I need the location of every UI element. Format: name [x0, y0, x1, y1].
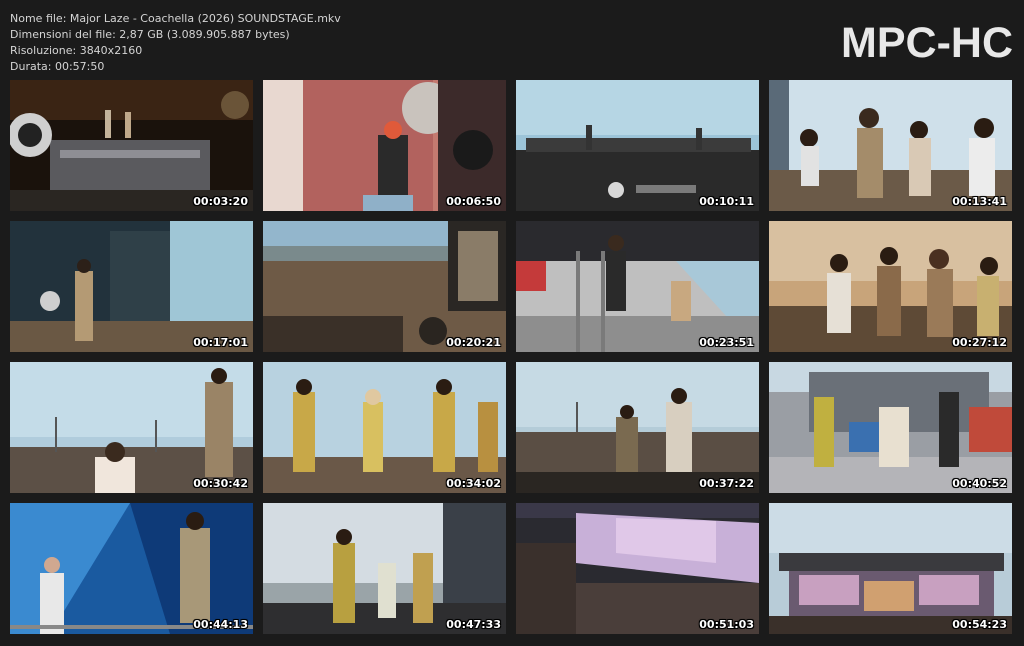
thumbnail-16[interactable]: 00:54:23 — [769, 503, 1012, 634]
thumbnail-1-image — [10, 80, 253, 211]
file-name-text: Nome file: Major Laze - Coachella (2026)… — [10, 12, 341, 25]
thumbnail-4-image — [769, 80, 1012, 211]
thumbnail-12-image — [769, 362, 1012, 493]
thumbnail-8-image — [769, 221, 1012, 352]
thumbnail-10[interactable]: 00:34:02 — [263, 362, 506, 493]
file-info-panel: Nome file: Major Laze - Coachella (2026)… — [10, 11, 341, 75]
duration-text: Durata: 00:57:50 — [10, 60, 105, 73]
thumbnail-12[interactable]: 00:40:52 — [769, 362, 1012, 493]
thumbnail-5-image — [10, 221, 253, 352]
resolution-text: Risoluzione: 3840x2160 — [10, 44, 143, 57]
thumbnail-5[interactable]: 00:17:01 — [10, 221, 253, 352]
timestamp: 00:30:42 — [193, 477, 248, 490]
timestamp: 00:40:52 — [952, 477, 1007, 490]
thumbnail-11-image — [516, 362, 759, 493]
thumbnail-14-image — [263, 503, 506, 634]
thumbnail-13[interactable]: 00:44:13 — [10, 503, 253, 634]
thumbnail-6-image — [263, 221, 506, 352]
timestamp: 00:06:50 — [446, 195, 501, 208]
timestamp: 00:47:33 — [446, 618, 501, 631]
thumbnail-6[interactable]: 00:20:21 — [263, 221, 506, 352]
timestamp: 00:23:51 — [699, 336, 754, 349]
thumbnail-9-image — [10, 362, 253, 493]
timestamp: 00:27:12 — [952, 336, 1007, 349]
timestamp: 00:54:23 — [952, 618, 1007, 631]
thumbnail-7[interactable]: 00:23:51 — [516, 221, 759, 352]
thumbnail-15[interactable]: 00:51:03 — [516, 503, 759, 634]
timestamp: 00:37:22 — [699, 477, 754, 490]
thumbnail-grid: 00:03:20 00:06:50 00:10:11 00:13:41 00:1… — [10, 80, 1012, 634]
thumbnail-2-image — [263, 80, 506, 211]
thumbnail-3-image — [516, 80, 759, 211]
thumbnail-11[interactable]: 00:37:22 — [516, 362, 759, 493]
thumbnail-7-image — [516, 221, 759, 352]
timestamp: 00:51:03 — [699, 618, 754, 631]
mpc-hc-logo: MPC-HC — [841, 19, 1013, 67]
thumbnail-4[interactable]: 00:13:41 — [769, 80, 1012, 211]
thumbnail-1[interactable]: 00:03:20 — [10, 80, 253, 211]
thumbnail-14[interactable]: 00:47:33 — [263, 503, 506, 634]
timestamp: 00:13:41 — [952, 195, 1007, 208]
file-size-text: Dimensioni del file: 2,87 GB (3.089.905.… — [10, 28, 290, 41]
timestamp: 00:10:11 — [699, 195, 754, 208]
thumbnail-10-image — [263, 362, 506, 493]
timestamp: 00:03:20 — [193, 195, 248, 208]
thumbnail-15-image — [516, 503, 759, 634]
thumbnail-9[interactable]: 00:30:42 — [10, 362, 253, 493]
timestamp: 00:34:02 — [446, 477, 501, 490]
timestamp: 00:20:21 — [446, 336, 501, 349]
thumbnail-16-image — [769, 503, 1012, 634]
thumbnail-8[interactable]: 00:27:12 — [769, 221, 1012, 352]
thumbnail-13-image — [10, 503, 253, 634]
thumbnail-2[interactable]: 00:06:50 — [263, 80, 506, 211]
timestamp: 00:17:01 — [193, 336, 248, 349]
timestamp: 00:44:13 — [193, 618, 248, 631]
thumbnail-3[interactable]: 00:10:11 — [516, 80, 759, 211]
